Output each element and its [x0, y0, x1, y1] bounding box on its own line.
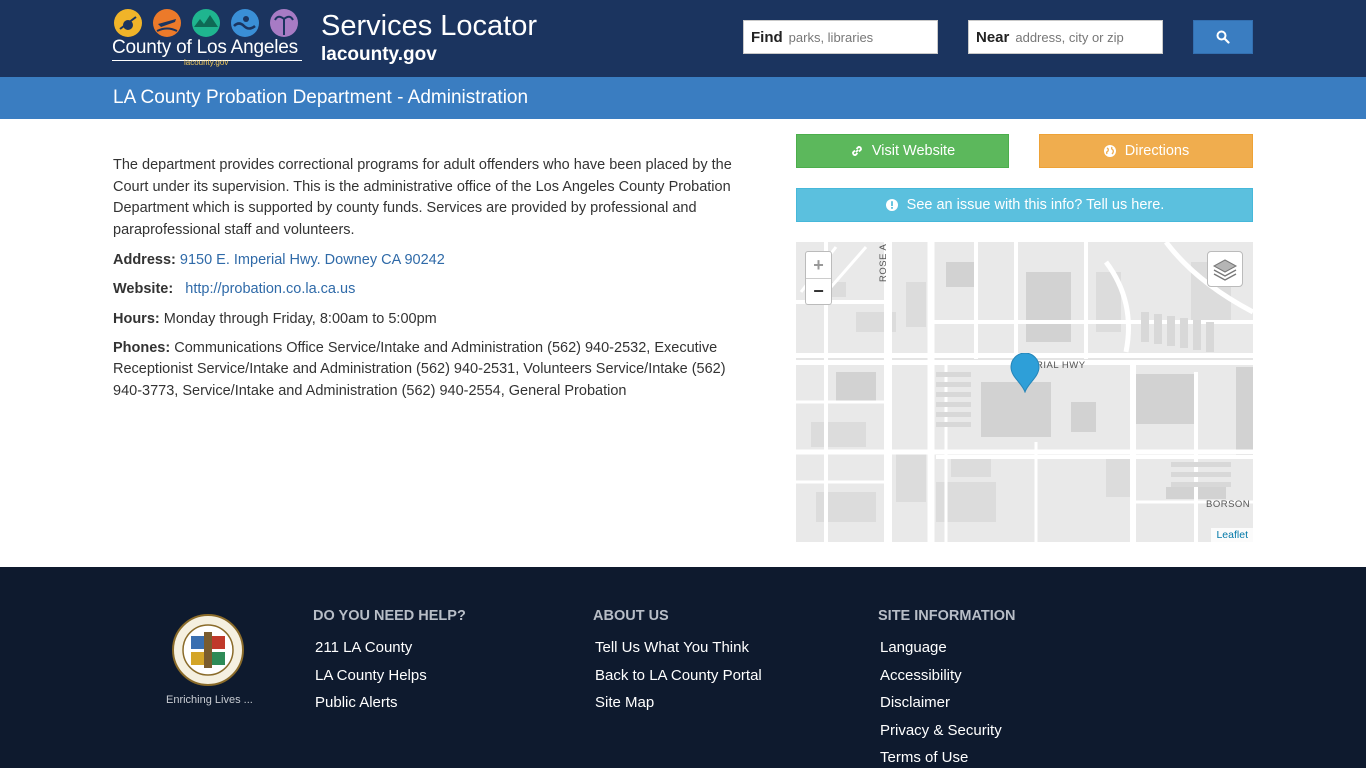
footer-link-feedback[interactable]: Tell Us What You Think — [595, 634, 762, 662]
description: The department provides correctional pro… — [113, 157, 732, 238]
website-label: Website: — [113, 281, 174, 298]
phones-value: Communications Office Service/Intake and… — [113, 339, 726, 399]
hours-label: Hours: — [113, 310, 160, 327]
hours-row: Hours: Monday through Friday, 8:00am to … — [113, 309, 753, 331]
page-title-bar: LA County Probation Department - Adminis… — [0, 77, 1366, 119]
find-field[interactable]: Find — [743, 20, 938, 54]
address-label: Address: — [113, 252, 176, 269]
address-row: Address: 9150 E. Imperial Hwy. Downey CA… — [113, 250, 753, 272]
find-label: Find — [751, 28, 783, 46]
directions-label: Directions — [1124, 143, 1190, 159]
wave-icon — [231, 9, 259, 37]
search-button[interactable] — [1193, 20, 1253, 54]
zoom-out-button[interactable]: − — [806, 278, 831, 304]
footer-link-accessibility[interactable]: Accessibility — [880, 662, 1015, 690]
near-label: Near — [976, 28, 1010, 46]
zoom-in-button[interactable]: + — [806, 252, 831, 278]
directions-button[interactable]: Directions — [1039, 134, 1253, 168]
footer-link-public-alerts[interactable]: Public Alerts — [315, 689, 466, 717]
map-street-imperial: RIAL HWY — [1036, 360, 1086, 371]
footer-link-la-county-helps[interactable]: LA County Helps — [315, 662, 466, 690]
map-street-borson: BORSON — [1206, 499, 1251, 510]
location-details: The department provides correctional pro… — [113, 155, 753, 410]
location-map[interactable]: RIAL HWY ROSE A BORSON + − Leaflet — [796, 242, 1253, 542]
logo-text: County of Los Angeles — [112, 37, 298, 58]
site-subtitle: lacounty.gov — [321, 44, 437, 65]
report-issue-label: See an issue with this info? Tell us her… — [906, 197, 1165, 213]
address-link[interactable]: 9150 E. Imperial Hwy. Downey CA 90242 — [180, 252, 445, 268]
website-row: Website: http://probation.co.la.ca.us — [113, 279, 753, 301]
footer-about-column: ABOUT US Tell Us What You Think Back to … — [593, 608, 762, 717]
website-link[interactable]: http://probation.co.la.ca.us — [185, 281, 355, 297]
globe-icon — [1103, 145, 1116, 157]
search-icon — [1216, 30, 1230, 44]
sun-icon — [114, 9, 142, 37]
site-header: County of Los Angeles lacounty.gov Servi… — [0, 0, 1366, 77]
footer-link-site-map[interactable]: Site Map — [595, 689, 762, 717]
exclamation-circle-icon — [885, 199, 898, 211]
footer-help-heading: DO YOU NEED HELP? — [313, 608, 466, 624]
footer-link-terms[interactable]: Terms of Use — [880, 744, 1015, 768]
seal-caption: Enriching Lives ... — [166, 694, 253, 706]
near-field[interactable]: Near — [968, 20, 1163, 54]
footer-link-language[interactable]: Language — [880, 634, 1015, 662]
visit-website-label: Visit Website — [871, 143, 956, 159]
footer-link-privacy[interactable]: Privacy & Security — [880, 717, 1015, 745]
footer-site-info-column: SITE INFORMATION Language Accessibility … — [878, 608, 1015, 768]
phones-label: Phones: — [113, 339, 171, 356]
county-logo[interactable]: County of Los Angeles lacounty.gov — [112, 9, 304, 69]
county-seal-icon — [172, 614, 244, 686]
footer-link-portal[interactable]: Back to LA County Portal — [595, 662, 762, 690]
location-marker-icon[interactable] — [1010, 353, 1040, 393]
visit-website-button[interactable]: Visit Website — [796, 134, 1009, 168]
map-street-rose: ROSE A — [878, 243, 889, 282]
map-zoom-control: + − — [805, 251, 832, 305]
footer-link-disclaimer[interactable]: Disclaimer — [880, 689, 1015, 717]
near-input[interactable] — [1015, 29, 1146, 45]
report-issue-button[interactable]: See an issue with this info? Tell us her… — [796, 188, 1253, 222]
logo-subtext: lacounty.gov — [184, 58, 229, 67]
link-icon — [851, 146, 862, 156]
footer-about-heading: ABOUT US — [593, 608, 669, 624]
hours-value: Monday through Friday, 8:00am to 5:00pm — [163, 310, 437, 327]
logo-icons — [114, 9, 304, 37]
site-footer: Enriching Lives ... DO YOU NEED HELP? 21… — [0, 567, 1366, 768]
page-title: LA County Probation Department - Adminis… — [113, 87, 529, 108]
footer-help-column: DO YOU NEED HELP? 211 LA County LA Count… — [313, 608, 466, 717]
layers-icon — [1212, 259, 1238, 281]
footer-link-211[interactable]: 211 LA County — [315, 634, 466, 662]
airplane-icon — [153, 9, 181, 37]
site-title[interactable]: Services Locator — [321, 10, 537, 43]
mountains-icon — [192, 9, 220, 37]
map-attribution-link[interactable]: Leaflet — [1211, 528, 1253, 542]
find-input[interactable] — [788, 29, 919, 45]
phones-row: Phones: Communications Office Service/In… — [113, 338, 753, 403]
footer-site-info-heading: SITE INFORMATION — [878, 608, 1016, 624]
map-layers-button[interactable] — [1207, 251, 1243, 287]
palm-tree-icon — [270, 9, 298, 37]
